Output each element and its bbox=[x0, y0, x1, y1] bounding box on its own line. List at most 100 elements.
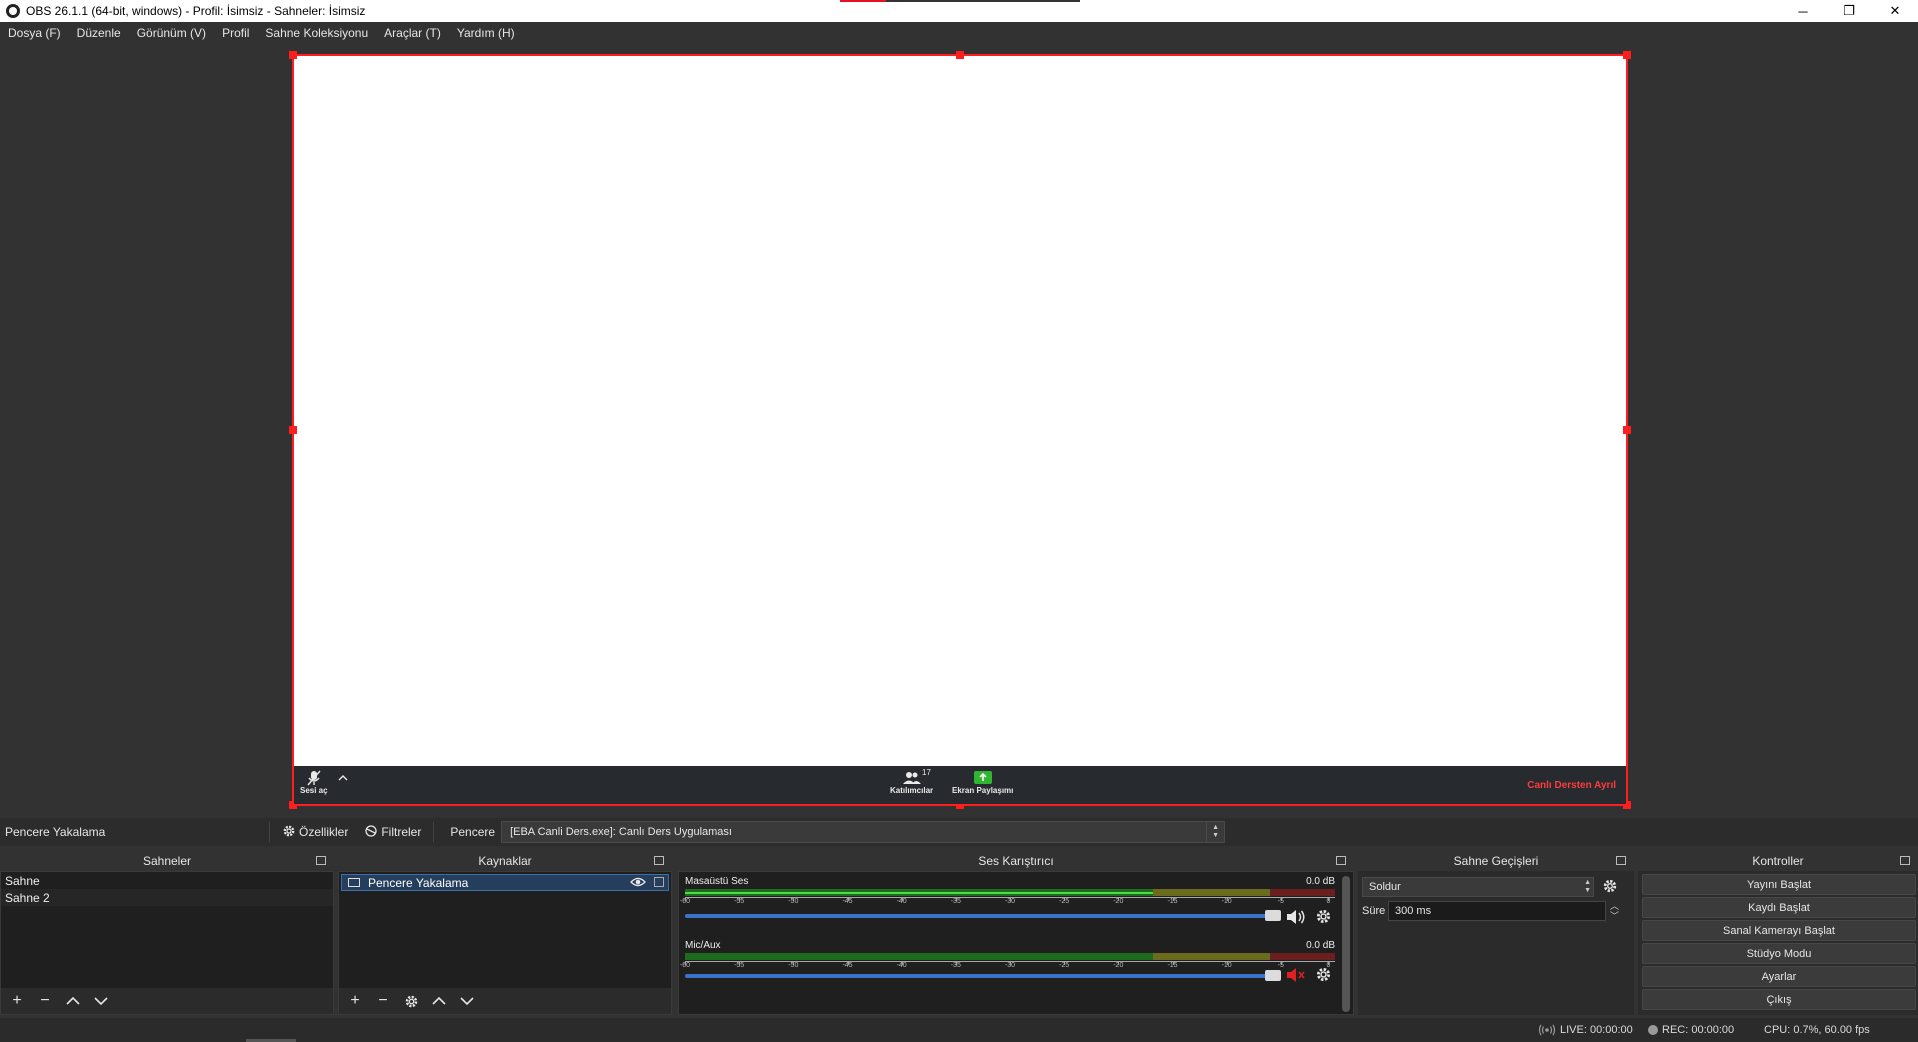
start-virtual-camera-button[interactable]: Sanal Kamerayı Başlat bbox=[1642, 920, 1916, 941]
gear-icon bbox=[282, 824, 296, 841]
start-streaming-button[interactable]: Yayını Başlat bbox=[1642, 874, 1916, 895]
settings-button[interactable]: Ayarlar bbox=[1642, 966, 1916, 987]
minus-icon: − bbox=[378, 992, 388, 1009]
chevron-up-icon[interactable]: ︿ bbox=[1610, 901, 1619, 911]
gear-icon bbox=[405, 995, 417, 1007]
record-dot-icon bbox=[1648, 1025, 1658, 1035]
channel-name: Masaüstü Ses bbox=[685, 876, 749, 887]
lock-icon[interactable] bbox=[654, 877, 664, 887]
gear-icon[interactable] bbox=[1602, 878, 1618, 897]
captured-share-button: Ekran Paylaşımı bbox=[952, 770, 1013, 795]
move-source-down-button[interactable] bbox=[457, 991, 477, 1011]
dock-float-icon[interactable] bbox=[1336, 856, 1346, 865]
scale-tick: -60 bbox=[679, 961, 691, 969]
resize-handle-top-left[interactable] bbox=[289, 51, 297, 59]
filters-button[interactable]: Filtreler bbox=[356, 824, 429, 841]
source-item[interactable]: Pencere Yakalama bbox=[341, 874, 669, 891]
window-select[interactable]: [EBA Canli Ders.exe]: Canlı Ders Uygulam… bbox=[501, 821, 1226, 843]
gear-icon[interactable] bbox=[1315, 908, 1332, 928]
scale-tick: -25 bbox=[1059, 897, 1070, 905]
duration-spinner[interactable]: ︿ ﹀ bbox=[1610, 901, 1619, 921]
scenes-footer: + − bbox=[1, 988, 333, 1014]
menu-scene-collection[interactable]: Sahne Koleksiyonu bbox=[257, 26, 376, 40]
visibility-eye-icon[interactable] bbox=[630, 876, 646, 891]
window-icon bbox=[348, 878, 360, 887]
dock-float-icon[interactable] bbox=[1616, 856, 1626, 865]
volume-slider-handle[interactable] bbox=[1265, 910, 1281, 921]
mixer-scrollbar[interactable] bbox=[1342, 876, 1350, 1012]
speaker-icon[interactable] bbox=[1285, 908, 1307, 929]
scene-item[interactable]: Sahne bbox=[1, 872, 333, 889]
broadcast-icon bbox=[1538, 1024, 1556, 1036]
dock-float-icon[interactable] bbox=[654, 856, 664, 865]
menu-view[interactable]: Görünüm (V) bbox=[129, 26, 214, 40]
scale-tick: -10 bbox=[1221, 961, 1232, 969]
scale-tick: -55 bbox=[734, 961, 745, 969]
duration-input[interactable]: 300 ms bbox=[1388, 901, 1606, 921]
menu-tools[interactable]: Araçlar (T) bbox=[376, 26, 449, 40]
move-source-up-button[interactable] bbox=[429, 991, 449, 1011]
remove-source-button[interactable]: − bbox=[373, 991, 393, 1011]
close-button[interactable]: ✕ bbox=[1872, 0, 1918, 22]
title-accent-line bbox=[840, 0, 1080, 2]
minimize-button[interactable]: ─ bbox=[1780, 0, 1826, 22]
add-source-button[interactable]: + bbox=[345, 991, 365, 1011]
transitions-title: Sahne Geçişleri bbox=[1453, 854, 1539, 868]
scene-item[interactable]: Sahne 2 bbox=[1, 889, 333, 906]
transition-select[interactable]: Soldur ▲ ▼ bbox=[1362, 877, 1594, 897]
studio-mode-button[interactable]: Stüdyo Modu bbox=[1642, 943, 1916, 964]
title-bar: OBS 26.1.1 (64-bit, windows) - Profil: İ… bbox=[0, 0, 1918, 22]
channel-db: 0.0 dB bbox=[1306, 940, 1335, 951]
properties-button[interactable]: Özellikler bbox=[274, 824, 356, 841]
exit-button[interactable]: Çıkış bbox=[1642, 989, 1916, 1010]
menu-profile[interactable]: Profil bbox=[214, 26, 257, 40]
db-scale: -60 -55 -50 -45 -40 -35 -30 -25 -20 -15 … bbox=[680, 897, 1335, 911]
mixer-dock-header: Ses Karıştırıcı bbox=[678, 851, 1354, 871]
scale-tick: -30 bbox=[1004, 961, 1016, 969]
resize-handle-top[interactable] bbox=[956, 51, 964, 59]
speaker-muted-icon[interactable] bbox=[1285, 966, 1307, 987]
preview-area[interactable]: Sesi aç Katılımcılar 17 Ekran Paylaşımı … bbox=[0, 44, 1918, 814]
resize-handle-top-right[interactable] bbox=[1623, 51, 1631, 59]
add-scene-button[interactable]: + bbox=[7, 991, 27, 1011]
scale-tick: -5 bbox=[1277, 961, 1284, 969]
plus-icon: + bbox=[350, 992, 360, 1009]
chevron-down-icon[interactable]: ﹀ bbox=[1610, 911, 1619, 921]
mixer-body: Masaüstü Ses 0.0 dB -60 -55 -50 -45 -40 … bbox=[678, 871, 1354, 1015]
scale-tick: -40 bbox=[896, 961, 907, 969]
sources-dock: Kaynaklar Pencere Yakalama + − bbox=[338, 851, 672, 1015]
captured-share-label: Ekran Paylaşımı bbox=[952, 786, 1014, 795]
scale-tick: -15 bbox=[1167, 897, 1178, 905]
chevron-down-icon bbox=[460, 997, 474, 1006]
window-capture-preview[interactable]: Sesi aç Katılımcılar 17 Ekran Paylaşımı … bbox=[289, 51, 1631, 809]
move-scene-down-button[interactable] bbox=[91, 991, 111, 1011]
window-title: OBS 26.1.1 (64-bit, windows) - Profil: İ… bbox=[26, 4, 366, 18]
cpu-status: CPU: 0.7%, 60.00 fps bbox=[1764, 1024, 1870, 1036]
menu-file[interactable]: Dosya (F) bbox=[0, 26, 69, 40]
resize-handle-right[interactable] bbox=[1623, 426, 1631, 434]
source-properties-button[interactable] bbox=[401, 991, 421, 1011]
dock-float-icon[interactable] bbox=[1900, 856, 1910, 865]
rec-timer: REC: 00:00:00 bbox=[1662, 1024, 1735, 1036]
participants-count: 17 bbox=[922, 768, 931, 777]
controls-body: Yayını Başlat Kaydı Başlat Sanal Kameray… bbox=[1638, 871, 1918, 1015]
restore-button[interactable]: ❐ bbox=[1826, 0, 1872, 22]
captured-mic-button: Sesi aç bbox=[300, 770, 328, 795]
captured-participants-label: Katılımcılar bbox=[890, 786, 934, 795]
resize-handle-left[interactable] bbox=[289, 426, 297, 434]
remove-scene-button[interactable]: − bbox=[35, 991, 55, 1011]
move-scene-up-button[interactable] bbox=[63, 991, 83, 1011]
sources-footer: + − bbox=[339, 988, 671, 1014]
menu-help[interactable]: Yardım (H) bbox=[449, 26, 523, 40]
source-item-label: Pencere Yakalama bbox=[368, 875, 469, 890]
volume-slider-handle[interactable] bbox=[1265, 970, 1281, 981]
scale-tick: -40 bbox=[896, 897, 907, 905]
controls-title: Kontroller bbox=[1752, 854, 1804, 868]
dock-float-icon[interactable] bbox=[316, 856, 326, 865]
gear-icon[interactable] bbox=[1315, 966, 1332, 986]
volume-slider[interactable] bbox=[685, 910, 1281, 921]
transitions-dock-header: Sahne Geçişleri bbox=[1358, 851, 1634, 871]
menu-edit[interactable]: Düzenle bbox=[69, 26, 129, 40]
volume-slider[interactable] bbox=[685, 970, 1281, 981]
start-recording-button[interactable]: Kaydı Başlat bbox=[1642, 897, 1916, 918]
